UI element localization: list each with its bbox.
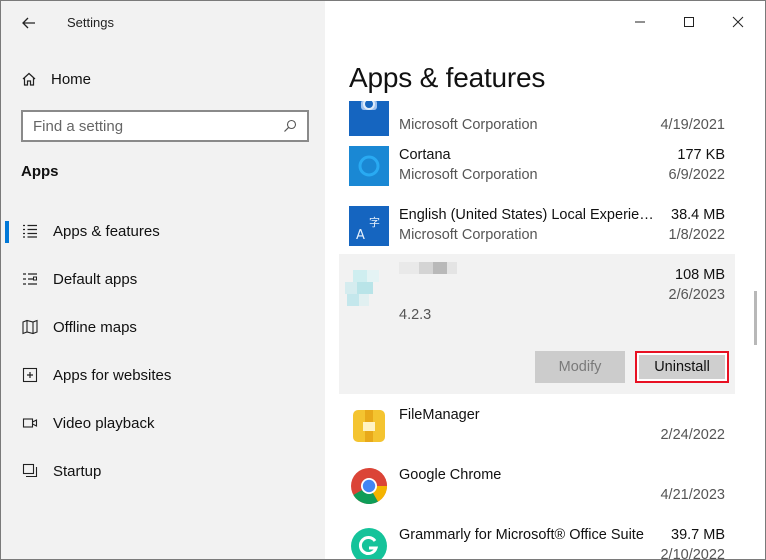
offline-maps-icon <box>21 318 39 336</box>
back-arrow-icon <box>22 17 35 29</box>
scrollbar[interactable] <box>754 291 757 345</box>
sidebar-item-apps-websites[interactable]: Apps for websites <box>1 351 325 399</box>
list-item[interactable]: Google Chrome 4/21/2023 <box>339 464 735 524</box>
sidebar-item-label: Apps & features <box>53 222 160 240</box>
video-playback-icon <box>21 414 39 432</box>
app-publisher: Microsoft Corporation <box>399 167 538 183</box>
page-title: Apps & features <box>349 62 546 93</box>
app-size: 177 KB <box>677 147 725 163</box>
search-input[interactable]: Find a setting <box>21 110 309 142</box>
app-name: Cortana <box>399 147 451 163</box>
sidebar-item-label: Apps for websites <box>53 366 172 384</box>
app-version: 4.2.3 <box>399 307 432 323</box>
chrome-icon <box>349 466 389 506</box>
svg-text:字: 字 <box>369 215 380 229</box>
app-size: 38.4 MB <box>671 207 725 223</box>
app-publisher: Microsoft Corporation <box>399 117 538 133</box>
camera-app-icon <box>349 101 389 136</box>
minimize-icon <box>635 21 645 23</box>
selected-app-row[interactable]: 108 MB 2/6/2023 4.2.3 Modify Uninstall <box>339 254 735 394</box>
blurred-app-name <box>399 260 459 278</box>
list-item[interactable]: Grammarly for Microsoft® Office Suite 39… <box>339 524 735 560</box>
apps-list: Microsoft Corporation 4/19/2021 Cortana … <box>325 101 765 560</box>
app-date: 4/21/2023 <box>660 487 725 503</box>
app-name: FileManager <box>399 407 480 423</box>
maximize-button[interactable] <box>672 5 706 39</box>
app-name: Google Chrome <box>399 467 502 483</box>
apps-features-icon <box>21 222 39 240</box>
blurred-app-icon <box>345 262 393 310</box>
app-date: 2/10/2022 <box>660 547 725 560</box>
settings-window: Settings Home Find a setting Apps Apps &… <box>0 0 766 560</box>
list-item[interactable]: FileManager 2/24/2022 <box>339 404 735 464</box>
startup-icon <box>21 462 39 480</box>
section-title: Apps <box>21 163 59 180</box>
language-pack-icon: A字 <box>349 206 389 246</box>
cortana-icon <box>349 146 389 186</box>
close-icon <box>732 16 744 28</box>
close-button[interactable] <box>721 5 755 39</box>
app-name: English (United States) Local Experience… <box>399 207 661 223</box>
app-size: 108 MB <box>675 267 725 283</box>
home-label: Home <box>51 70 92 88</box>
sidebar-item-label: Video playback <box>53 414 155 432</box>
sidebar-item-label: Offline maps <box>53 318 137 336</box>
window-title: Settings <box>67 15 114 30</box>
sidebar: Settings Home Find a setting Apps Apps &… <box>1 1 325 559</box>
search-icon <box>284 119 297 132</box>
sidebar-item-home[interactable]: Home <box>21 67 91 91</box>
sidebar-item-default-apps[interactable]: Default apps <box>1 255 325 303</box>
app-date: 1/8/2022 <box>668 227 725 243</box>
app-date: 2/24/2022 <box>660 427 725 443</box>
app-date: 4/19/2021 <box>660 117 725 133</box>
default-apps-icon <box>21 270 39 288</box>
svg-text:A: A <box>356 228 365 243</box>
file-manager-icon <box>349 406 389 446</box>
maximize-icon <box>684 17 694 27</box>
apps-websites-icon <box>21 366 39 384</box>
app-date: 6/9/2022 <box>668 167 725 183</box>
sidebar-item-offline-maps[interactable]: Offline maps <box>1 303 325 351</box>
modify-button[interactable]: Modify <box>535 351 625 383</box>
app-size: 39.7 MB <box>671 527 725 543</box>
sidebar-item-label: Default apps <box>53 270 138 288</box>
sidebar-item-apps-features[interactable]: Apps & features <box>1 207 325 255</box>
app-publisher: Microsoft Corporation <box>399 227 538 243</box>
list-item[interactable]: Cortana Microsoft Corporation 177 KB 6/9… <box>339 144 735 204</box>
sidebar-item-video-playback[interactable]: Video playback <box>1 399 325 447</box>
sidebar-item-label: Startup <box>53 462 102 480</box>
grammarly-icon <box>349 526 389 559</box>
search-placeholder: Find a setting <box>33 117 124 135</box>
app-name: Grammarly for Microsoft® Office Suite <box>399 527 644 543</box>
app-date: 2/6/2023 <box>668 287 725 303</box>
back-button[interactable] <box>15 11 43 35</box>
uninstall-button[interactable]: Uninstall <box>635 351 729 383</box>
main-content: Apps & features Microsoft Corporation 4/… <box>325 1 765 560</box>
sidebar-nav: Apps & features Default apps Offline map… <box>1 207 325 495</box>
minimize-button[interactable] <box>623 5 657 39</box>
home-icon <box>22 72 36 86</box>
sidebar-item-startup[interactable]: Startup <box>1 447 325 495</box>
